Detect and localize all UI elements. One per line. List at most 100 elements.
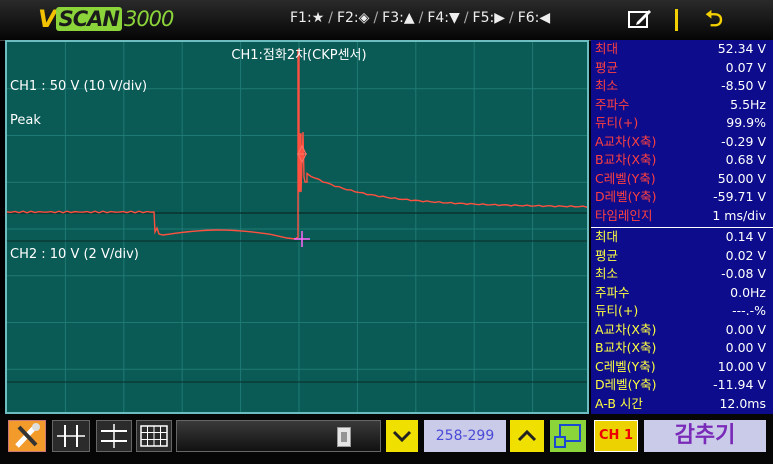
time-slider[interactable] [176, 420, 381, 452]
waveform-plot [7, 42, 587, 412]
ch1-measure-row: 주파수 5.5Hz [595, 96, 769, 115]
cursor-select-icon [554, 424, 581, 448]
range-display: 258-299 [424, 420, 506, 452]
triangle-up-icon: ▲ [403, 10, 415, 26]
measure-value: 0.68 V [725, 152, 766, 167]
measure-value: 0.0Hz [730, 284, 766, 300]
grid-button[interactable] [136, 420, 172, 452]
measure-label: 최대 [595, 229, 619, 244]
measure-value: ---.-% [732, 303, 766, 318]
f5-key[interactable]: F5:▶ [473, 10, 505, 26]
measure-label: 듀티(+) [595, 115, 639, 130]
function-keys: F1:★ / F2:◈ / F3:▲ / F4:▼ / F5:▶ / F6:◀ [290, 10, 551, 26]
back-button[interactable]: ⮌ [700, 6, 728, 34]
chevron-up-icon [517, 429, 537, 442]
top-bar: V SCAN 3000 F1:★ / F2:◈ / F3:▲ / F4:▼ / F5:▶ / F6:… [0, 0, 773, 41]
triangle-down-icon: ▼ [449, 10, 460, 26]
measure-label: A교차(X축) [595, 133, 657, 149]
measure-value: -8.50 V [721, 78, 766, 93]
ch1-measure-row: C레벨(Y축) 50.00 V [595, 170, 769, 189]
measure-value: -0.08 V [721, 266, 766, 281]
edit-icon [628, 10, 651, 28]
ch2-measure-row: A교차(X축) 0.00 V [595, 321, 769, 340]
diamond-icon: ◈ [358, 10, 370, 26]
ch2-scale-label: CH2 : 10 V (2 V/div) [10, 247, 139, 262]
measure-value: 5.5Hz [730, 96, 766, 112]
measure-label: A교차(X축) [595, 321, 657, 337]
ch1-measure-row: 듀티(+) 99.9% [595, 114, 769, 133]
measure-label: A-B 시간 [595, 395, 643, 411]
measure-value: -59.71 V [713, 189, 766, 204]
measure-value: 0.02 V [725, 247, 766, 263]
f3-key[interactable]: F3:▲ [382, 10, 414, 26]
ch2-measure-row: 듀티(+) ---.-% [595, 302, 769, 321]
measure-value: 0.00 V [725, 340, 766, 355]
grid-icon [140, 425, 168, 447]
back-icon: ⮌ [705, 7, 723, 32]
measure-label: 최소 [595, 78, 619, 93]
cursor-cd-icon [101, 424, 127, 448]
ch1-scale-label: CH1 : 50 V (10 V/div) [10, 79, 148, 94]
logo-scan: SCAN [55, 7, 122, 31]
measure-value: 10.00 V [717, 358, 766, 374]
ch2-measure-row: 주파수 0.0Hz [595, 284, 769, 303]
f6-key[interactable]: F6:◀ [518, 10, 550, 26]
measure-value: 0.14 V [725, 229, 766, 244]
measure-value: 50.00 V [717, 170, 766, 186]
measure-label: 주파수 [595, 96, 630, 112]
cursor-ab-icon [57, 425, 85, 447]
measure-label: 최대 [595, 41, 619, 56]
ch1-measure-row: 최소 -8.50 V [595, 77, 769, 96]
tools-button[interactable] [8, 420, 46, 452]
cursor-ab-button[interactable] [52, 420, 90, 452]
ch1-measure-row: 최대 52.34 V [595, 40, 769, 59]
bottom-toolbar: 258-299 CH 1 감추기 [0, 414, 773, 464]
ch1-measure-row: 평균 0.07 V [595, 59, 769, 78]
hide-button[interactable]: 감추기 [644, 420, 766, 452]
measure-label: 듀티(+) [595, 303, 639, 318]
channel-button[interactable]: CH 1 [594, 420, 638, 452]
triangle-right-icon: ▶ [494, 10, 505, 26]
measure-value: -0.29 V [721, 133, 766, 149]
tools-icon [15, 423, 40, 448]
ch1-measure-row: A교차(X축) -0.29 V [595, 133, 769, 152]
measure-value: 0.00 V [725, 321, 766, 337]
star-icon: ★ [311, 10, 325, 26]
ch1-measure-row: B교차(X축) 0.68 V [595, 151, 769, 170]
oscilloscope-display[interactable]: CH1:점화2차(CKP센서) CH1 : 50 V (10 V/div) Pe… [5, 40, 589, 414]
measurement-panel: 최대 52.34 V 평균 0.07 V 최소 -8.50 V 주파수 5.5Hz 듀티(+) 9… [591, 40, 773, 414]
ch1-measure-row: 타임레인지 1 ms/div [595, 207, 769, 226]
cursor-select-button[interactable] [550, 420, 586, 452]
measure-label: B교차(X축) [595, 152, 657, 167]
ch2-measure-row: 최소 -0.08 V [595, 265, 769, 284]
measure-label: C레벨(Y축) [595, 170, 656, 186]
measure-label: D레벨(Y축) [595, 377, 657, 392]
f2-key[interactable]: F2:◈ [337, 10, 369, 26]
measure-label: 주파수 [595, 284, 630, 300]
ch2-measure-row: A-B 시간 12.0ms [595, 395, 769, 414]
toolbar-divider [675, 9, 678, 31]
measure-label: 평균 [595, 59, 619, 75]
measure-value: 12.0ms [719, 395, 766, 411]
range-up-button[interactable] [510, 420, 544, 452]
slider-thumb-icon[interactable] [337, 427, 351, 447]
measure-value: 99.9% [726, 115, 766, 130]
measure-value: -11.94 V [713, 377, 766, 392]
measure-label: 평균 [595, 247, 619, 263]
ch1-measure-row: D레벨(Y축) -59.71 V [595, 188, 769, 207]
ch2-measure-row: 평균 0.02 V [595, 247, 769, 266]
logo-v: V [38, 5, 57, 33]
f4-key[interactable]: F4:▼ [427, 10, 459, 26]
edit-button[interactable] [628, 9, 652, 29]
range-down-button[interactable] [386, 420, 418, 452]
cursor-marker-icon [294, 231, 310, 247]
measure-label: D레벨(Y축) [595, 189, 657, 204]
measure-value: 52.34 V [717, 41, 766, 56]
measure-value: 1 ms/div [712, 207, 766, 223]
measure-value: 0.07 V [725, 59, 766, 75]
cursor-cd-button[interactable] [96, 420, 132, 452]
f1-key[interactable]: F1:★ [290, 10, 324, 26]
peak-label: Peak [10, 113, 41, 128]
measure-label: B교차(X축) [595, 340, 657, 355]
channel1-title: CH1:점화2차(CKP센서) [231, 48, 367, 63]
